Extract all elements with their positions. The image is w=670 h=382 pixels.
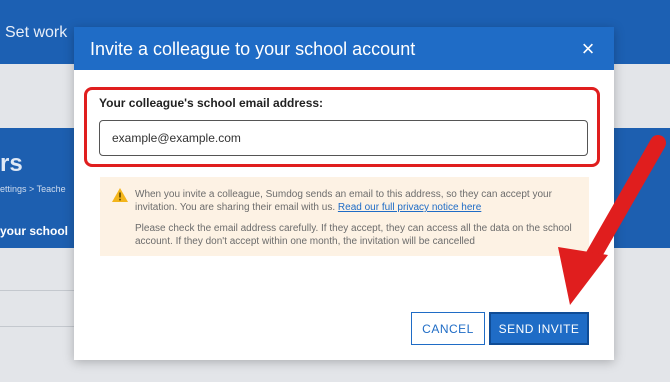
page-title: rs bbox=[0, 150, 23, 177]
privacy-notice-link[interactable]: Read our full privacy notice here bbox=[338, 202, 481, 213]
divider bbox=[0, 326, 75, 327]
notice-paragraph-2: Please check the email address carefully… bbox=[135, 223, 572, 247]
cancel-button[interactable]: CANCEL bbox=[411, 312, 485, 345]
warning-icon bbox=[112, 188, 128, 202]
section-label: your school bbox=[0, 224, 69, 238]
invite-colleague-dialog: Invite a colleague to your school accoun… bbox=[74, 27, 614, 360]
breadcrumb[interactable]: ettings > Teache bbox=[0, 184, 66, 194]
notice-paragraph-1: When you invite a colleague, Sumdog send… bbox=[135, 188, 575, 214]
send-invite-button[interactable]: SEND INVITE bbox=[489, 312, 589, 345]
dialog-title: Invite a colleague to your school accoun… bbox=[90, 39, 416, 59]
email-field-label: Your colleague's school email address: bbox=[99, 96, 324, 110]
email-field[interactable] bbox=[99, 120, 588, 156]
divider bbox=[0, 290, 75, 291]
close-icon[interactable]: × bbox=[574, 35, 602, 63]
privacy-notice: When you invite a colleague, Sumdog send… bbox=[100, 177, 589, 256]
nav-set-work[interactable]: Set work bbox=[5, 24, 67, 42]
pointer-arrow-icon bbox=[558, 135, 666, 305]
dialog-header: Invite a colleague to your school accoun… bbox=[74, 27, 614, 70]
